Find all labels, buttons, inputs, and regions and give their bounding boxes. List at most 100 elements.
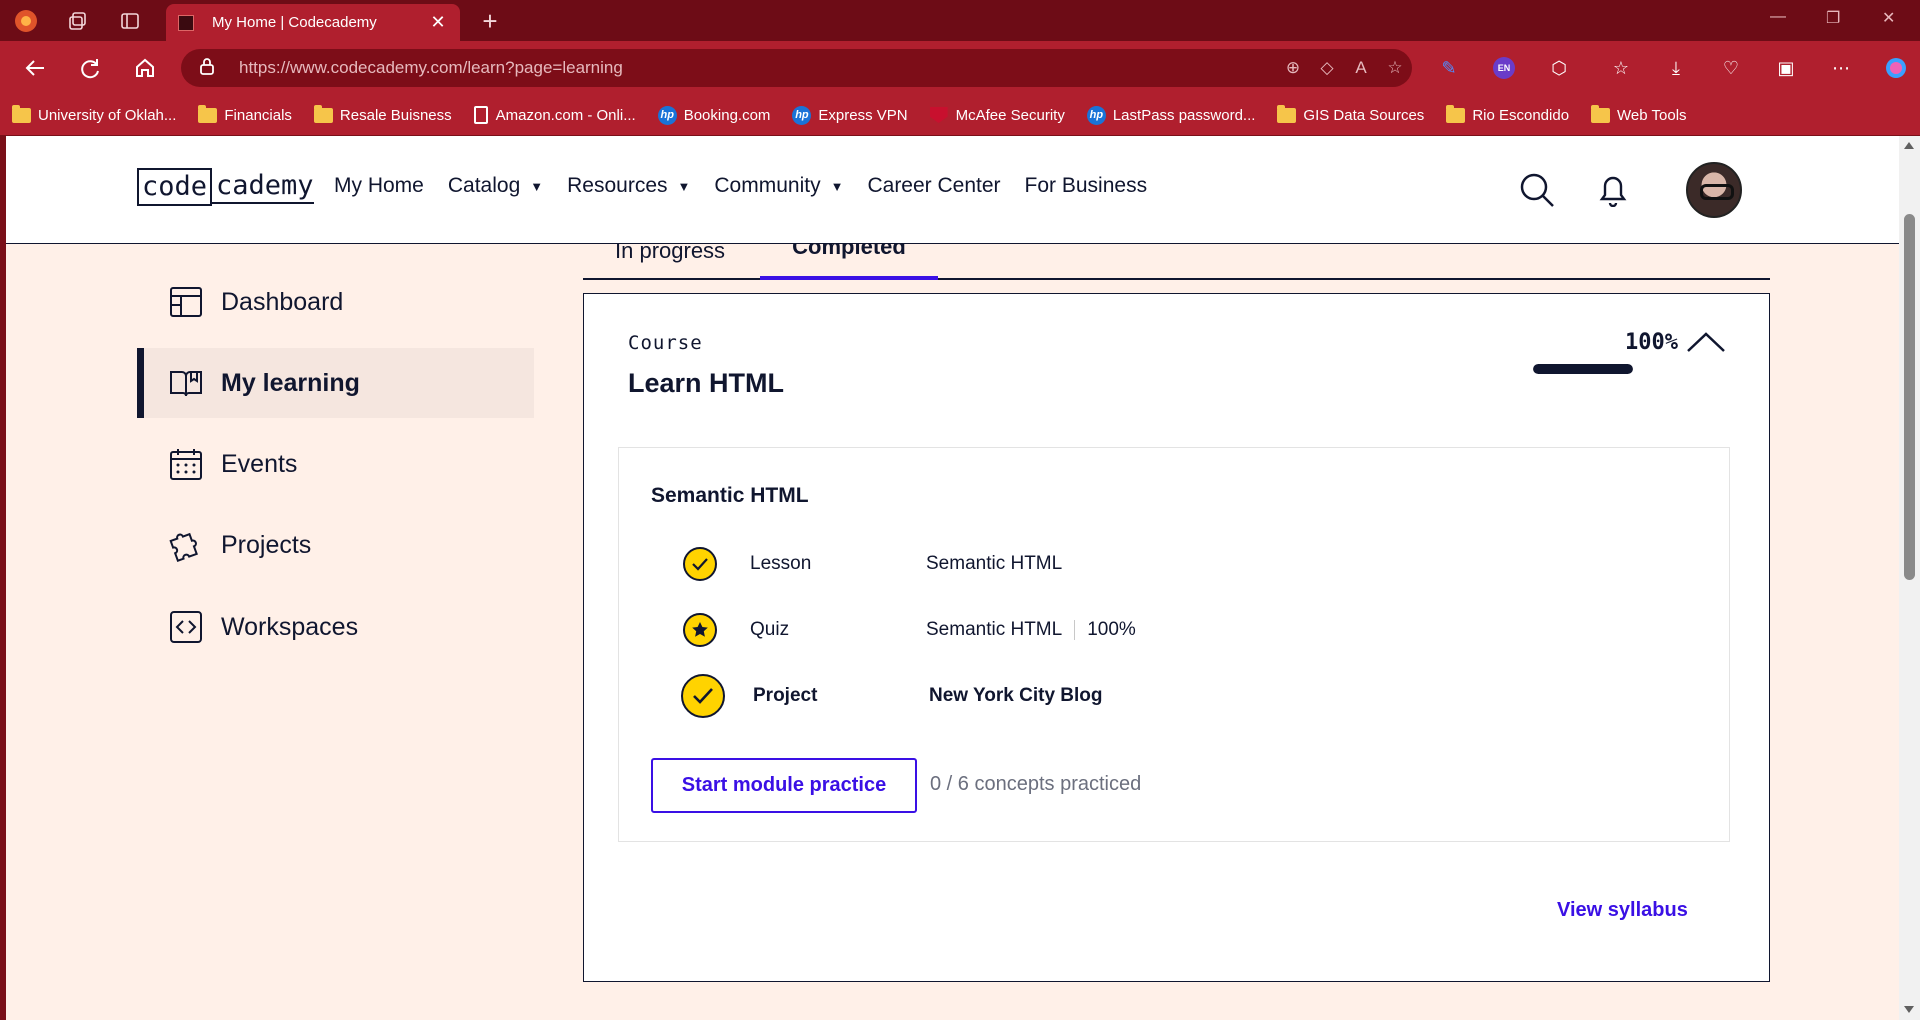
minimize-icon[interactable]: — (1770, 8, 1786, 26)
caret-down-icon: ▼ (830, 178, 844, 194)
browser-toolbar: https://www.codecademy.com/learn?page=le… (0, 41, 1920, 95)
bookmark-financials[interactable]: Financials (198, 104, 292, 124)
language-badge: EN (1493, 57, 1515, 79)
back-icon[interactable] (22, 55, 48, 81)
nav-my-home[interactable]: My Home (334, 174, 424, 198)
view-syllabus-link[interactable]: View syllabus (1557, 899, 1688, 922)
bookmark-label: Web Tools (1617, 106, 1687, 124)
dashboard-icon (169, 285, 203, 319)
codecademy-logo[interactable]: code cademy (137, 168, 314, 206)
bookmark-web-tools[interactable]: Web Tools (1591, 104, 1687, 124)
tab-title: My Home | Codecademy (212, 14, 377, 31)
new-tab-icon[interactable]: + (478, 6, 502, 36)
restore-icon[interactable]: ❐ (1826, 8, 1840, 28)
search-icon[interactable] (1516, 169, 1558, 211)
lock-icon[interactable] (199, 57, 221, 80)
course-percent: 100% (1625, 330, 1678, 355)
avatar[interactable] (1686, 162, 1742, 218)
favorite-star-icon[interactable]: ☆ (1378, 58, 1412, 78)
check-icon (683, 547, 717, 581)
codecademy-favicon-icon (178, 14, 194, 31)
bookmark-mcafee[interactable]: McAfee Security (929, 107, 1065, 124)
bookmark-lastpass[interactable]: hp LastPass password... (1086, 105, 1255, 125)
nav-label: Catalog (447, 174, 521, 197)
code-brackets-icon (169, 610, 203, 644)
refresh-icon[interactable] (77, 55, 103, 81)
pen-extension-icon[interactable]: ✎ (1436, 55, 1462, 81)
bookmark-label: Express VPN (818, 106, 908, 124)
close-tab-icon[interactable]: ✕ (428, 12, 448, 33)
language-extension-icon[interactable]: EN (1491, 55, 1517, 81)
course-card: Course Learn HTML 100% Semantic HTML Les… (583, 293, 1770, 982)
extensions-icon[interactable]: ⬡ (1546, 55, 1572, 81)
bookmark-gis[interactable]: GIS Data Sources (1277, 104, 1424, 124)
sidebar-item-label: Projects (221, 530, 312, 559)
bookmark-label: Financials (224, 106, 292, 124)
sidebar-item-workspaces[interactable]: Workspaces (137, 592, 534, 662)
bookmark-rio[interactable]: Rio Escondido (1446, 104, 1569, 124)
item-kind: Quiz (750, 619, 790, 640)
list-item-quiz[interactable]: Quiz Semantic HTML 100% (683, 610, 1136, 650)
sidebar-item-label: Events (221, 449, 298, 478)
folder-icon (1591, 104, 1611, 123)
sidebar-item-label: Dashboard (221, 287, 344, 316)
scroll-down-arrow-icon[interactable] (1904, 1006, 1914, 1013)
item-name: Semantic HTML (926, 553, 1063, 574)
favorites-icon[interactable]: ☆ (1608, 55, 1634, 81)
module-panel: Semantic HTML Lesson Semantic HTML Quiz … (618, 447, 1730, 842)
top-nav: My Home Catalog ▼ Resources ▼ Community ▼ C… (334, 174, 1171, 198)
copilot-icon[interactable] (1883, 55, 1909, 81)
nav-label: Resources (567, 174, 668, 197)
scroll-up-arrow-icon[interactable] (1904, 142, 1914, 149)
scrollbar-thumb[interactable] (1904, 214, 1915, 580)
url-text[interactable]: https://www.codecademy.com/learn?page=le… (239, 58, 1276, 78)
folder-icon (12, 104, 31, 123)
home-icon[interactable] (132, 55, 158, 81)
bookmark-express-vpn[interactable]: hp Express VPN (792, 105, 908, 125)
sidebar-item-label: My learning (221, 368, 360, 397)
nav-label: Community (714, 174, 821, 197)
sidebar-item-dashboard[interactable]: Dashboard (137, 267, 534, 337)
close-window-icon[interactable]: ✕ (1882, 8, 1895, 28)
site-header: code cademy My Home Catalog ▼ Resources ▼ C… (6, 136, 1899, 244)
bookmark-resale[interactable]: Resale Buisness (313, 104, 452, 124)
browser-essentials-icon[interactable]: ♡ (1718, 55, 1744, 81)
nav-community[interactable]: Community ▼ (714, 174, 843, 198)
workspaces-icon[interactable] (66, 9, 90, 33)
list-item-lesson[interactable]: Lesson Semantic HTML (683, 544, 1062, 584)
page-scrollbar[interactable] (1899, 136, 1920, 1020)
collections-icon[interactable]: ▣ (1773, 55, 1799, 81)
bell-icon[interactable] (1592, 169, 1634, 211)
nav-catalog[interactable]: Catalog ▼ (448, 174, 543, 198)
start-module-practice-button[interactable]: Start module practice (651, 758, 917, 813)
coupon-icon[interactable]: ◇ (1310, 58, 1344, 78)
nav-for-business[interactable]: For Business (1025, 174, 1148, 198)
page-icon (473, 106, 488, 124)
bookmark-amazon[interactable]: Amazon.com - Onli... (473, 106, 636, 124)
browser-profile-icon[interactable] (14, 9, 38, 33)
bookmark-university[interactable]: University of Oklah... (12, 104, 176, 124)
module-title: Semantic HTML (651, 484, 809, 507)
mcafee-icon (929, 107, 948, 123)
folder-icon (198, 104, 218, 123)
collapse-chevron-up-icon[interactable] (1682, 324, 1730, 360)
nav-resources[interactable]: Resources ▼ (567, 174, 690, 198)
browser-tab-bar: My Home | Codecademy ✕ + — ❐ ✕ (0, 0, 1920, 41)
more-menu-icon[interactable]: ⋯ (1828, 55, 1854, 81)
downloads-icon[interactable]: ⤓ (1663, 55, 1689, 81)
nav-career-center[interactable]: Career Center (867, 174, 1000, 198)
bookmark-booking[interactable]: hp Booking.com (657, 105, 770, 125)
item-name: Semantic HTML (926, 619, 1063, 640)
list-item-project[interactable]: Project New York City Blog (681, 672, 1103, 720)
zoom-icon[interactable]: ⊕ (1276, 58, 1310, 78)
sidebar-item-events[interactable]: Events (137, 429, 534, 499)
tab-actions-icon[interactable] (118, 9, 142, 33)
course-title[interactable]: Learn HTML (628, 368, 784, 399)
book-icon (169, 366, 203, 400)
tab-codecademy[interactable]: My Home | Codecademy ✕ (166, 4, 460, 41)
read-aloud-icon[interactable]: A (1344, 58, 1378, 78)
sidebar-item-my-learning[interactable]: My learning (137, 348, 534, 418)
address-bar[interactable]: https://www.codecademy.com/learn?page=le… (181, 49, 1412, 87)
sidebar-item-projects[interactable]: Projects (137, 510, 534, 580)
puzzle-icon (169, 528, 203, 562)
